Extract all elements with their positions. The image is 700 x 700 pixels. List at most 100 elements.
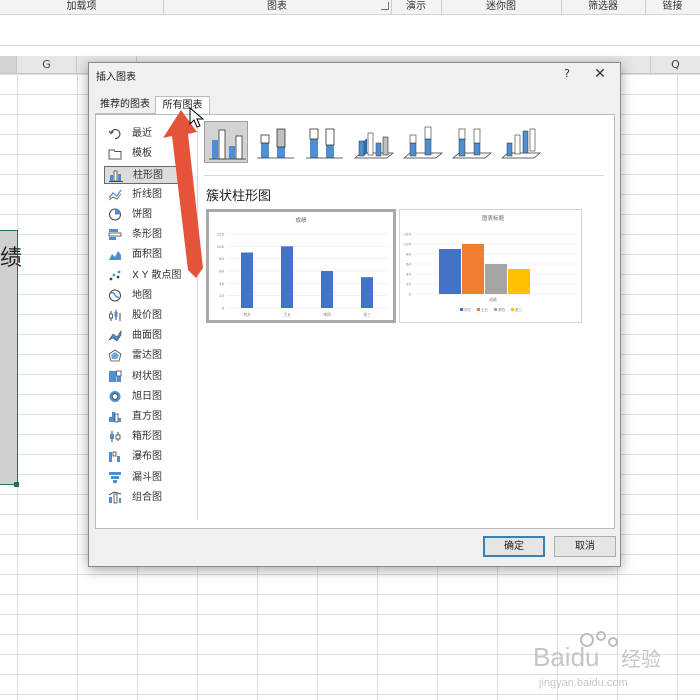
3d-stacked-column-subtype[interactable]	[400, 121, 444, 163]
chart-type-item[interactable]: 组合图	[104, 489, 190, 507]
stacked-column-subtype[interactable]	[253, 121, 297, 163]
chart-type-item[interactable]: 曲面图	[104, 327, 190, 345]
dialog-title: 插入图表	[96, 72, 136, 83]
selected-cell-text: 绩	[0, 246, 23, 271]
ok-button[interactable]: 确定	[483, 536, 545, 557]
chart-type-item[interactable]: 地图	[104, 287, 190, 305]
tab-all-charts[interactable]: 所有图表	[155, 96, 210, 115]
ribbon-group-filters[interactable]: 筛选器	[561, 0, 646, 14]
bar	[321, 271, 333, 308]
ribbon-group-tours[interactable]: 演示	[391, 0, 442, 14]
bar	[281, 246, 293, 308]
sunburst-chart-icon	[108, 390, 122, 403]
close-icon[interactable]: ✕	[592, 66, 608, 82]
line-chart-icon	[108, 188, 122, 201]
ribbon-group-charts[interactable]: 图表	[163, 0, 392, 14]
3d-column-icon	[501, 128, 541, 159]
y-tick-label: 40	[406, 272, 411, 277]
preview-chart-by-name: 成绩 120 100 80 60 40 20 0 刘方 王五 李四 张三	[217, 216, 387, 317]
y-tick-label: 80	[406, 252, 411, 257]
chart-type-item[interactable]: 折线图	[104, 186, 190, 204]
cancel-button[interactable]: 取消	[554, 536, 616, 557]
chart-type-item[interactable]: 树状图	[104, 368, 190, 386]
column-header-selected[interactable]	[0, 56, 17, 73]
chart-type-label: 面积图	[132, 249, 162, 260]
chart-type-label: X Y 散点图	[132, 270, 182, 281]
pie-chart-icon	[108, 208, 122, 221]
bar	[462, 244, 484, 294]
chart-type-item[interactable]: 瀑布图	[104, 448, 190, 466]
waterfall-chart-icon	[108, 450, 122, 463]
y-tick-label: 100	[404, 242, 412, 247]
column-header[interactable]	[621, 56, 651, 73]
bar	[485, 264, 507, 294]
dialog-launcher-icon[interactable]	[381, 2, 389, 10]
chart-type-label: 箱形图	[132, 431, 162, 442]
y-tick-label: 120	[217, 232, 225, 237]
chart-type-label: 曲面图	[132, 330, 162, 341]
chart-type-label: 柱形图	[133, 170, 163, 181]
box-whisker-chart-icon	[108, 430, 122, 443]
chart-type-item[interactable]: 箱形图	[104, 428, 190, 446]
chart-type-label: 折线图	[132, 189, 162, 200]
chart-type-item[interactable]: 面积图	[104, 246, 190, 264]
bar	[439, 249, 461, 294]
y-tick-label: 0	[409, 292, 412, 297]
ribbon-group-links[interactable]: 链接	[645, 0, 700, 14]
percent-stacked-column-subtype[interactable]	[302, 121, 346, 163]
ribbon-group-sparklines[interactable]: 迷你图	[441, 0, 562, 14]
chart-type-label: 漏斗图	[132, 472, 162, 483]
3d-clustered-column-icon	[354, 132, 394, 159]
ribbon-group-addins[interactable]: 加载项	[0, 0, 164, 14]
chart-type-item[interactable]: 股价图	[104, 307, 190, 325]
tab-recommended-charts[interactable]: 推荐的图表	[95, 96, 155, 114]
chart-type-item[interactable]: 直方图	[104, 408, 190, 426]
chart-type-label: 股价图	[132, 310, 162, 321]
chart-type-item[interactable]: 最近	[104, 125, 190, 143]
3d-percent-stacked-column-subtype[interactable]	[449, 121, 493, 163]
column-header-g[interactable]: G	[17, 56, 77, 73]
3d-column-subtype[interactable]	[498, 121, 542, 163]
chart-type-item[interactable]: 模板	[104, 145, 190, 163]
x-tick-label: 李四	[323, 312, 331, 317]
divider	[204, 175, 604, 176]
baidu-jingyan-watermark: Baidu 经验 jingyan.baidu.com	[525, 628, 695, 694]
combo-chart-icon	[108, 491, 122, 504]
3d-stacked-column-icon	[403, 126, 443, 159]
chart-type-label: 组合图	[132, 492, 162, 503]
y-tick-label: 0	[222, 306, 225, 311]
percent-stacked-column-icon	[306, 128, 343, 159]
help-icon[interactable]: ?	[559, 66, 575, 82]
fill-handle[interactable]	[14, 482, 19, 487]
area-chart-icon	[108, 248, 122, 261]
funnel-chart-icon	[108, 471, 122, 484]
chart-type-item[interactable]: 柱形图	[104, 166, 190, 184]
chart-type-label: 旭日图	[132, 391, 162, 402]
chart-type-item[interactable]: 饼图	[104, 206, 190, 224]
chart-title: 成绩	[295, 216, 307, 224]
watermark-brand: Baidu	[533, 642, 600, 672]
clustered-column-subtype[interactable]	[204, 121, 248, 163]
recent-icon	[108, 127, 122, 140]
formula-bar[interactable]	[0, 15, 700, 46]
chart-preview-2[interactable]: 图表标题 120 100 80 60 40 20 0 成绩 刘方 王五 李四 张三	[399, 209, 582, 323]
chart-type-item[interactable]: 旭日图	[104, 388, 190, 406]
chart-subtype-title: 簇状柱形图	[206, 189, 272, 204]
chart-type-item[interactable]: 雷达图	[104, 347, 190, 365]
chart-type-item[interactable]: 漏斗图	[104, 469, 190, 487]
legend-swatch	[494, 308, 497, 311]
chart-subtype-gallery	[204, 121, 604, 163]
map-chart-icon	[108, 289, 122, 302]
3d-clustered-column-subtype[interactable]	[351, 121, 395, 163]
chart-type-label: 饼图	[132, 209, 152, 220]
chart-type-item[interactable]: X Y 散点图	[104, 267, 190, 285]
insert-chart-dialog: 插入图表 ? ✕ 推荐的图表 所有图表 最近模板柱形图折线图饼图条形图面积图 X …	[88, 62, 621, 567]
column-header-q[interactable]: Q	[651, 56, 700, 73]
y-tick-label: 20	[219, 293, 224, 298]
preview-chart-by-series: 图表标题 120 100 80 60 40 20 0 成绩刘方 王五 李四 张三	[404, 214, 576, 312]
column-chart-icon	[109, 169, 123, 182]
chart-type-item[interactable]: 条形图	[104, 226, 190, 244]
chart-preview-1[interactable]: 成绩 120 100 80 60 40 20 0 刘方 王五 李四 张三	[206, 209, 396, 323]
legend-swatch	[460, 308, 463, 311]
bar-chart-icon	[108, 228, 122, 241]
